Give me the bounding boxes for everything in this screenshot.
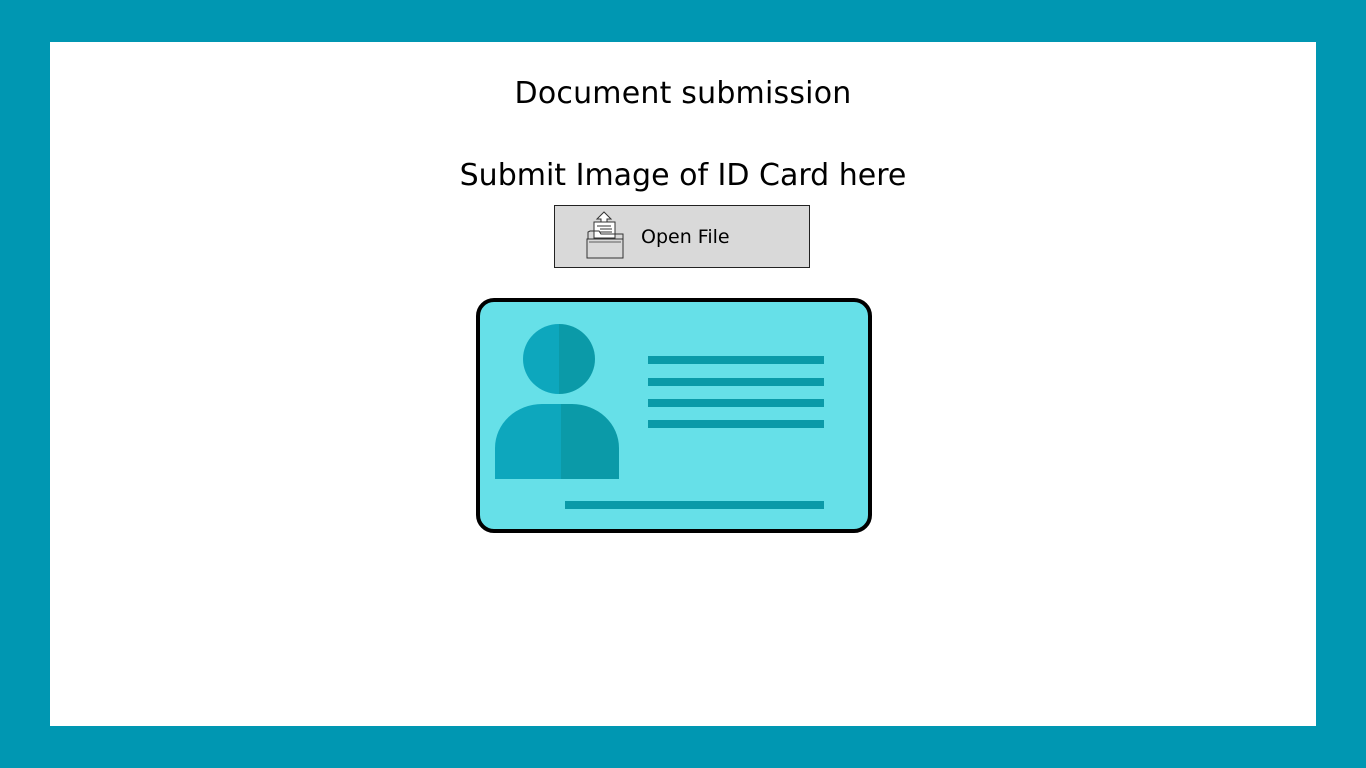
upload-instruction: Submit Image of ID Card here [459,158,907,193]
id-card-icon [476,298,872,533]
folder-upload-icon [585,210,625,260]
open-file-label: Open File [641,226,730,248]
page-title: Document submission [514,76,852,111]
open-file-button[interactable]: Open File [554,205,810,268]
